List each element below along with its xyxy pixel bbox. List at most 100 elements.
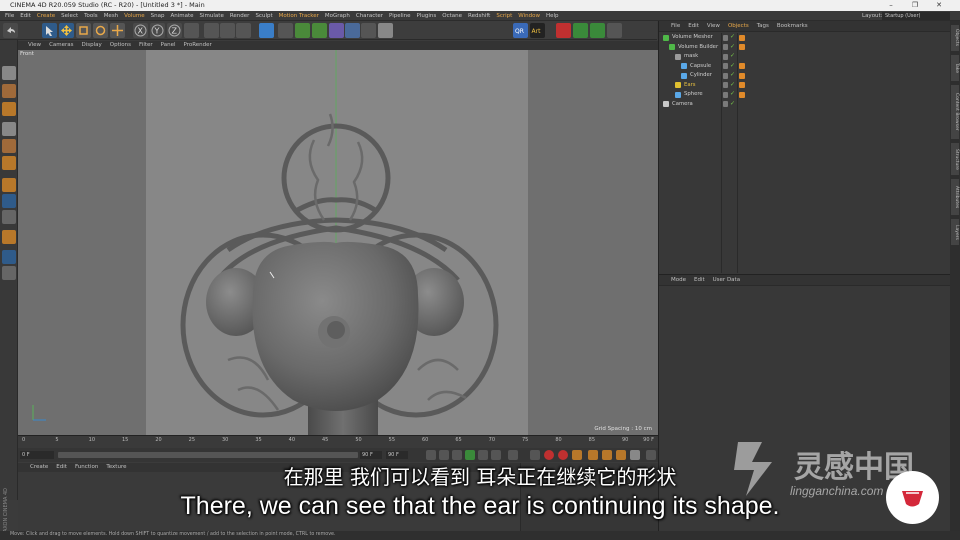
- points-mode-icon[interactable]: [2, 122, 16, 136]
- right-tab-take[interactable]: Take: [951, 55, 959, 81]
- model-mode-icon[interactable]: [2, 66, 16, 80]
- scale-tool-icon[interactable]: [76, 23, 91, 38]
- visibility-dots-icon[interactable]: [723, 91, 728, 98]
- rotation-key-icon[interactable]: [616, 450, 626, 460]
- coordinate-system-icon[interactable]: [184, 23, 199, 38]
- attribute-menu-edit[interactable]: Edit: [690, 275, 709, 286]
- menu-file[interactable]: File: [2, 11, 17, 21]
- menu-redshift[interactable]: Redshift: [465, 11, 493, 21]
- texture-mode-icon[interactable]: [2, 84, 16, 98]
- polygons-mode-icon[interactable]: [2, 156, 16, 170]
- previous-key-icon[interactable]: [439, 450, 449, 460]
- deformer-icon[interactable]: [329, 23, 344, 38]
- tag-icon[interactable]: [739, 91, 745, 98]
- visibility-dots-icon[interactable]: [723, 53, 728, 60]
- viewport-menu-prorender[interactable]: ProRender: [180, 41, 216, 50]
- viewport-menu-filter[interactable]: Filter: [135, 41, 157, 50]
- attribute-menu-mode[interactable]: Mode: [667, 275, 690, 286]
- tag-icon[interactable]: [739, 63, 745, 69]
- object-name[interactable]: Capsule: [690, 63, 711, 69]
- right-tab-content-browser[interactable]: Content Browser: [951, 85, 959, 139]
- array-icon[interactable]: [312, 23, 327, 38]
- menu-create[interactable]: Create: [34, 11, 58, 21]
- object-row[interactable]: Sphere ✓: [659, 90, 951, 100]
- enable-check-icon[interactable]: ✓: [730, 52, 735, 59]
- autokey-icon[interactable]: [558, 450, 568, 460]
- tag-icon[interactable]: [739, 82, 745, 88]
- record-plugin-icon[interactable]: [556, 23, 571, 38]
- render-settings-icon[interactable]: [236, 23, 251, 38]
- minimize-button[interactable]: –: [880, 0, 902, 11]
- right-tab-attributes[interactable]: Attributes: [951, 179, 959, 216]
- menu-simulate[interactable]: Simulate: [197, 11, 227, 21]
- end-frame-field[interactable]: 90 F: [360, 451, 382, 459]
- object-row[interactable]: mask ✓: [659, 52, 951, 62]
- enable-check-icon[interactable]: ✓: [730, 43, 735, 50]
- y-axis-icon[interactable]: Y: [150, 23, 165, 38]
- menu-mograph[interactable]: MoGraph: [322, 11, 353, 21]
- next-key-icon[interactable]: [491, 450, 501, 460]
- menu-octane[interactable]: Octane: [439, 11, 465, 21]
- menu-animate[interactable]: Animate: [167, 11, 196, 21]
- object-row[interactable]: Cylinder ✓: [659, 71, 951, 81]
- close-button[interactable]: ✕: [928, 0, 950, 11]
- rotate-tool-icon[interactable]: [93, 23, 108, 38]
- previous-frame-icon[interactable]: [452, 450, 462, 460]
- tweak-mode-icon[interactable]: [2, 194, 16, 208]
- visibility-dots-icon[interactable]: [723, 101, 728, 107]
- keyframe-selection-icon[interactable]: [572, 450, 582, 460]
- art-plugin-icon[interactable]: Art: [530, 23, 545, 38]
- object-row[interactable]: Volume Mesher ✓: [659, 33, 951, 43]
- pen-spline-icon[interactable]: [278, 23, 293, 38]
- layers-icon[interactable]: [2, 266, 16, 280]
- start-frame-field[interactable]: 0 F: [20, 451, 54, 459]
- enable-check-icon[interactable]: ✓: [730, 90, 735, 97]
- go-to-start-icon[interactable]: [426, 450, 436, 460]
- object-name[interactable]: Volume Builder: [678, 44, 718, 50]
- render-picture-viewer-icon[interactable]: [220, 23, 235, 38]
- viewport-menu-options[interactable]: Options: [106, 41, 135, 50]
- subdivision-icon[interactable]: [295, 23, 310, 38]
- play-icon[interactable]: [465, 450, 475, 460]
- cube-object-icon[interactable]: [259, 23, 274, 38]
- timeline-ruler[interactable]: 0 5 10 15 20 25 30 35 40 45 50 55 60 65 70 75 80 85 90 90 …: [18, 435, 658, 448]
- scale-key-icon[interactable]: [602, 450, 612, 460]
- maximize-button[interactable]: ❐: [904, 0, 926, 11]
- axis-mode-icon[interactable]: [2, 178, 16, 192]
- enable-check-icon[interactable]: ✓: [730, 33, 735, 40]
- object-row[interactable]: Capsule ✓: [659, 62, 951, 72]
- menu-mesh[interactable]: Mesh: [101, 11, 121, 21]
- object-menu-edit[interactable]: Edit: [684, 21, 703, 32]
- floor-icon[interactable]: [345, 23, 360, 38]
- menu-script[interactable]: Script: [493, 11, 515, 21]
- undo-icon[interactable]: [3, 23, 18, 38]
- z-axis-icon[interactable]: Z: [167, 23, 182, 38]
- visibility-dots-icon[interactable]: [723, 82, 728, 88]
- menu-volume[interactable]: Volume: [121, 11, 147, 21]
- menu-help[interactable]: Help: [543, 11, 562, 21]
- menu-window[interactable]: Window: [515, 11, 543, 21]
- edges-mode-icon[interactable]: [2, 139, 16, 153]
- object-row[interactable]: Volume Builder ✓: [659, 43, 951, 53]
- menu-select[interactable]: Select: [58, 11, 81, 21]
- menu-sculpt[interactable]: Sculpt: [252, 11, 275, 21]
- record-key-icon[interactable]: [544, 450, 554, 460]
- object-row[interactable]: Camera ✓: [659, 100, 951, 110]
- object-menu-file[interactable]: File: [667, 21, 684, 32]
- solo-icon[interactable]: [2, 230, 16, 244]
- viewport[interactable]: Front Grid Spacing: 10 cm: [18, 50, 658, 435]
- object-name[interactable]: Cylinder: [690, 72, 712, 78]
- object-menu-objects[interactable]: Objects: [724, 21, 753, 32]
- select-tool-icon[interactable]: [42, 23, 57, 38]
- snap-icon[interactable]: [2, 210, 16, 224]
- loop-icon[interactable]: [530, 450, 540, 460]
- mograph-plugin-icon[interactable]: [573, 23, 588, 38]
- workplane-icon[interactable]: [2, 102, 16, 116]
- menu-snap[interactable]: Snap: [148, 11, 168, 21]
- x-axis-icon[interactable]: X: [133, 23, 148, 38]
- tag-icon[interactable]: [739, 34, 745, 41]
- menu-edit[interactable]: Edit: [17, 11, 34, 21]
- go-to-end-icon[interactable]: [508, 450, 518, 460]
- visibility-dots-icon[interactable]: [723, 34, 728, 41]
- position-key-icon[interactable]: [588, 450, 598, 460]
